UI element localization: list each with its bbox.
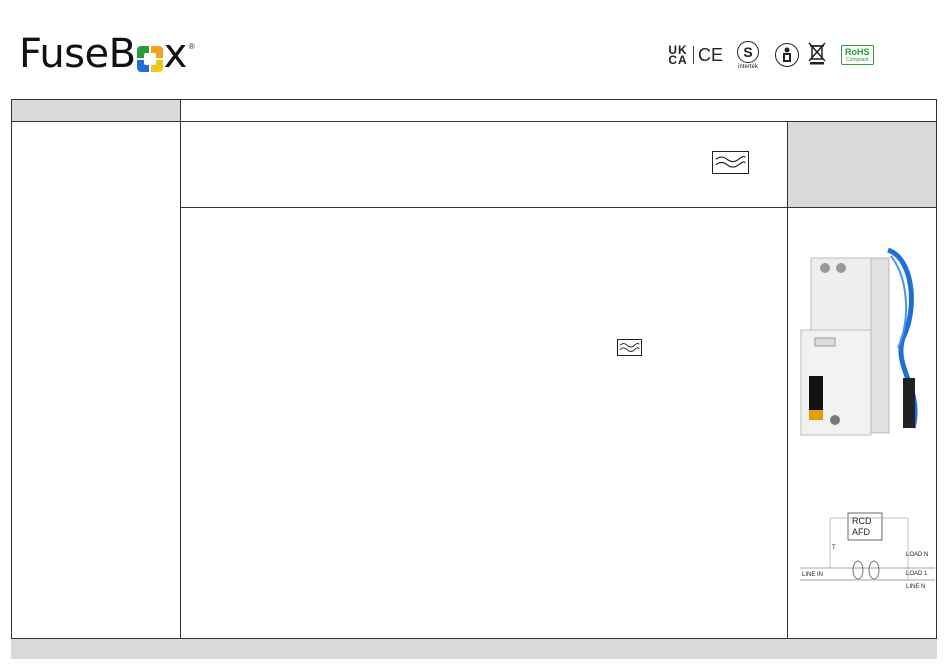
diagram-test-label: T [832, 545, 836, 551]
wiring-diagram: RCD AFD T LOAD N LOAD 1 LINE IN LINE N [800, 508, 935, 598]
spec-table: RCD AFD T LOAD N LOAD 1 LINE IN LINE N [11, 99, 937, 639]
logo-four-color-o-icon [136, 46, 163, 72]
diagram-line-n-label: LINE N [906, 584, 926, 590]
ce-mark: CE [693, 46, 723, 64]
intertek-mark: S intertek [737, 40, 760, 70]
sine-wave-icon [712, 151, 749, 174]
diagram-load-1-label: LOAD 1 [906, 571, 928, 577]
registered-mark: ® [188, 42, 195, 51]
table-row-main: RCD AFD T LOAD N LOAD 1 LINE IN LINE N [181, 208, 936, 638]
intertek-label: intertek [738, 63, 758, 70]
fusebox-logo: FuseB x ® [19, 30, 195, 74]
certification-marks: UK CA CE S intertek RoHS Compliant [666, 38, 874, 72]
table-row-top-image-cell [787, 122, 936, 207]
table-row-top [181, 122, 936, 208]
rohs-title: RoHS [845, 47, 870, 57]
rcbo-product-image [800, 247, 918, 436]
diagram-rcd-label: RCD [852, 516, 872, 526]
ukca-mark: UK CA [666, 44, 690, 67]
weee-crossed-bin-icon [807, 41, 827, 69]
rohs-badge: RoHS Compliant [841, 45, 874, 65]
footer-band [11, 639, 937, 659]
read-manual-icon [775, 43, 800, 67]
logo-text-suffix: x [163, 31, 188, 77]
diagram-load-n-label: LOAD N [906, 552, 929, 558]
sine-wave-icon [617, 339, 642, 356]
intertek-symbol: S [737, 40, 760, 63]
table-header-label-cell [12, 100, 181, 121]
diagram-line-in-label: LINE IN [802, 572, 824, 578]
logo-text-prefix: FuseB [19, 31, 136, 77]
rohs-subtitle: Compliant [846, 57, 869, 63]
table-header-row [12, 100, 936, 122]
table-left-column [12, 122, 181, 638]
table-row-main-image-cell: RCD AFD T LOAD N LOAD 1 LINE IN LINE N [787, 208, 936, 638]
ukca-bottom: CA [668, 53, 688, 67]
diagram-afd-label: AFD [852, 527, 870, 537]
